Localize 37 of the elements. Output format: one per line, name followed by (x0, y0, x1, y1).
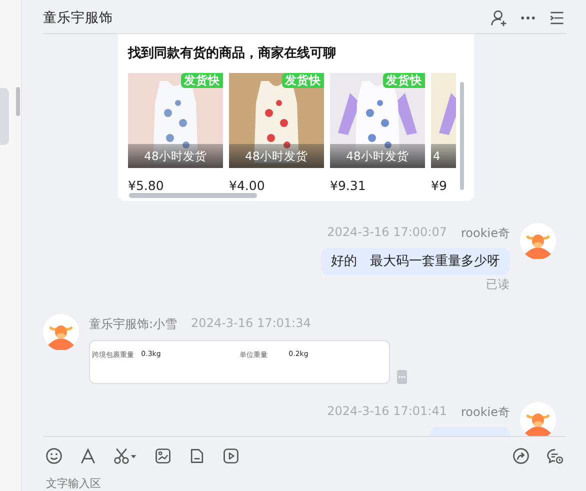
avatar-icon[interactable] (520, 402, 556, 436)
product-price: ¥9 (431, 178, 448, 193)
scrollbar[interactable] (16, 87, 20, 116)
product-price: ¥9.31 (330, 178, 367, 193)
product-badge: 发货快 (383, 73, 425, 88)
image-icon[interactable] (154, 447, 172, 465)
product-badge: 发货快 (181, 73, 223, 88)
chat-title: 童乐宇服饰 (43, 8, 113, 26)
shipping-label: 48小时发货 (229, 144, 324, 168)
product-price: ¥4.00 (229, 178, 266, 193)
file-icon[interactable] (188, 447, 206, 465)
chat-history-icon[interactable] (546, 447, 564, 465)
sender-name: 童乐宇服饰:小雪 (89, 316, 178, 333)
scrollbar[interactable] (129, 193, 257, 198)
emoji-icon[interactable] (45, 447, 63, 465)
scrollbar[interactable] (460, 82, 464, 190)
font-icon[interactable] (79, 447, 97, 465)
scissors-icon[interactable] (113, 447, 138, 465)
message-bubble: 好的 最大码一套重量多少呀 (321, 248, 510, 275)
sender-name: rookie奇 (460, 225, 510, 242)
message-time: 2024-3-16 17:00:07 (327, 225, 447, 241)
add-user-icon[interactable] (490, 8, 508, 26)
shipping-label: 48小时发货 (128, 144, 223, 168)
shipping-label: 4 (431, 144, 456, 168)
avatar-icon[interactable] (520, 223, 556, 259)
read-status: 已读 (486, 277, 510, 292)
avatar-icon[interactable] (43, 314, 79, 350)
card-title: 找到同款有货的商品，商家在线可聊 (128, 44, 337, 62)
video-icon[interactable] (222, 447, 240, 465)
message-time: 2024-3-16 17:01:34 (191, 316, 311, 332)
sender-name: rookie奇 (460, 404, 510, 421)
share-icon[interactable] (512, 447, 530, 465)
shipping-label: 48小时发货 (330, 144, 425, 168)
message-input[interactable]: 文字输入区 (43, 476, 566, 491)
product-badge: 发货快 (282, 73, 324, 88)
message-time: 2024-3-16 17:01:41 (327, 404, 447, 420)
product-price: ¥5.80 (128, 178, 165, 193)
